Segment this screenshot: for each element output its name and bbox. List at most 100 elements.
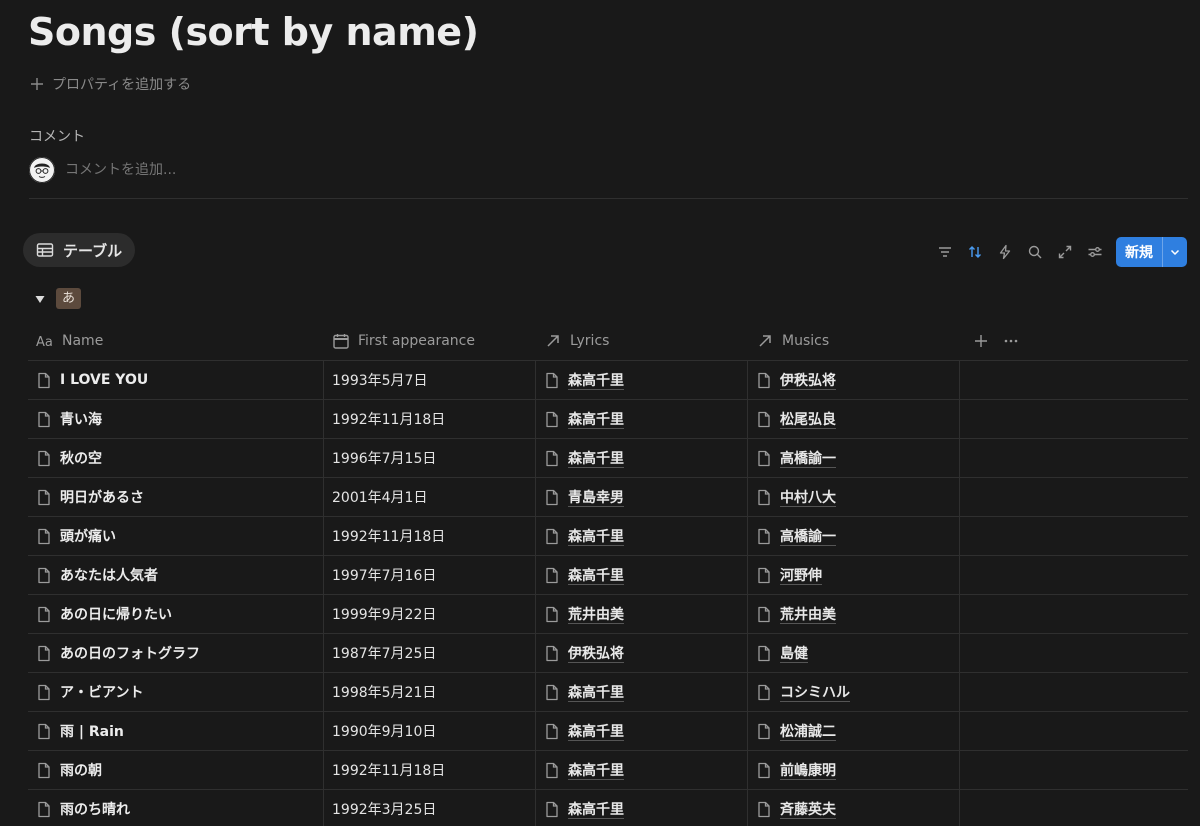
date-cell[interactable]: 1992年11月18日 xyxy=(324,751,536,789)
lyrics-relation[interactable]: 森高千里 xyxy=(568,682,624,702)
date-cell[interactable]: 1990年9月10日 xyxy=(324,712,536,750)
lyrics-cell[interactable]: 森高千里 xyxy=(536,556,748,594)
name-cell[interactable]: あの日のフォトグラフ xyxy=(28,634,324,672)
table-row[interactable]: ア・ビアント 1998年5月21日 森高千里 コシミハル xyxy=(28,673,1188,712)
table-row[interactable]: 雨の朝 1992年11月18日 森高千里 前嶋康明 xyxy=(28,751,1188,790)
date-cell[interactable]: 1992年11月18日 xyxy=(324,517,536,555)
musics-relation[interactable]: 伊秩弘将 xyxy=(780,370,836,390)
musics-cell[interactable]: 荒井由美 xyxy=(748,595,960,633)
musics-relation[interactable]: 中村八大 xyxy=(780,487,836,507)
musics-relation[interactable]: 松尾弘良 xyxy=(780,409,836,429)
lyrics-cell[interactable]: 森高千里 xyxy=(536,751,748,789)
date-cell[interactable]: 1993年5月7日 xyxy=(324,361,536,399)
musics-relation[interactable]: 前嶋康明 xyxy=(780,760,836,780)
song-name[interactable]: I LOVE YOU xyxy=(60,372,148,388)
lyrics-cell[interactable]: 青島幸男 xyxy=(536,478,748,516)
song-name[interactable]: 秋の空 xyxy=(60,448,102,468)
add-property-button[interactable]: プロパティを追加する xyxy=(30,74,191,94)
table-row[interactable]: 秋の空 1996年7月15日 森高千里 高橋諭一 xyxy=(28,439,1188,478)
more-options-icon[interactable] xyxy=(1004,334,1018,348)
musics-cell[interactable]: 松浦誠二 xyxy=(748,712,960,750)
name-cell[interactable]: あの日に帰りたい xyxy=(28,595,324,633)
musics-cell[interactable]: 高橋諭一 xyxy=(748,439,960,477)
date-cell[interactable]: 1987年7月25日 xyxy=(324,634,536,672)
table-row[interactable]: 雨のち晴れ 1992年3月25日 森高千里 斉藤英夫 xyxy=(28,790,1188,826)
add-column-plus-icon[interactable] xyxy=(974,334,988,348)
song-name[interactable]: あなたは人気者 xyxy=(60,565,158,585)
lyrics-cell[interactable]: 荒井由美 xyxy=(536,595,748,633)
name-cell[interactable]: 雨のち晴れ xyxy=(28,790,324,826)
new-options-button[interactable] xyxy=(1162,237,1187,267)
name-cell[interactable]: I LOVE YOU xyxy=(28,361,324,399)
lyrics-relation[interactable]: 森高千里 xyxy=(568,448,624,468)
lyrics-cell[interactable]: 森高千里 xyxy=(536,673,748,711)
lyrics-cell[interactable]: 伊秩弘将 xyxy=(536,634,748,672)
page-title[interactable]: Songs (sort by name) xyxy=(28,10,479,54)
musics-relation[interactable]: 河野伸 xyxy=(780,565,822,585)
musics-cell[interactable]: コシミハル xyxy=(748,673,960,711)
table-row[interactable]: 青い海 1992年11月18日 森高千里 松尾弘良 xyxy=(28,400,1188,439)
settings-button[interactable] xyxy=(1080,237,1110,267)
lyrics-cell[interactable]: 森高千里 xyxy=(536,790,748,826)
lyrics-relation[interactable]: 森高千里 xyxy=(568,565,624,585)
table-row[interactable]: あなたは人気者 1997年7月16日 森高千里 河野伸 xyxy=(28,556,1188,595)
name-cell[interactable]: あなたは人気者 xyxy=(28,556,324,594)
column-header-first-appearance[interactable]: First appearance xyxy=(324,322,536,360)
comment-input[interactable] xyxy=(65,162,365,178)
name-cell[interactable]: 頭が痛い xyxy=(28,517,324,555)
musics-cell[interactable]: 前嶋康明 xyxy=(748,751,960,789)
date-cell[interactable]: 1998年5月21日 xyxy=(324,673,536,711)
lyrics-relation[interactable]: 森高千里 xyxy=(568,760,624,780)
table-row[interactable]: 雨 | Rain 1990年9月10日 森高千里 松浦誠二 xyxy=(28,712,1188,751)
view-tab-table[interactable]: テーブル xyxy=(23,233,136,267)
lyrics-relation[interactable]: 森高千里 xyxy=(568,370,624,390)
musics-relation[interactable]: 斉藤英夫 xyxy=(780,799,836,819)
lyrics-cell[interactable]: 森高千里 xyxy=(536,361,748,399)
lyrics-relation[interactable]: 森高千里 xyxy=(568,799,624,819)
song-name[interactable]: 明日があるさ xyxy=(60,487,144,507)
musics-cell[interactable]: 松尾弘良 xyxy=(748,400,960,438)
musics-cell[interactable]: 河野伸 xyxy=(748,556,960,594)
song-name[interactable]: 頭が痛い xyxy=(60,526,116,546)
automation-button[interactable] xyxy=(990,237,1020,267)
name-cell[interactable]: 青い海 xyxy=(28,400,324,438)
name-cell[interactable]: 秋の空 xyxy=(28,439,324,477)
column-header-musics[interactable]: Musics xyxy=(748,322,960,360)
table-row[interactable]: あの日に帰りたい 1999年9月22日 荒井由美 荒井由美 xyxy=(28,595,1188,634)
table-row[interactable]: あの日のフォトグラフ 1987年7月25日 伊秩弘将 島健 xyxy=(28,634,1188,673)
lyrics-relation[interactable]: 荒井由美 xyxy=(568,604,624,624)
sort-button[interactable] xyxy=(960,237,990,267)
musics-relation[interactable]: 高橋諭一 xyxy=(780,448,836,468)
lyrics-cell[interactable]: 森高千里 xyxy=(536,517,748,555)
lyrics-cell[interactable]: 森高千里 xyxy=(536,712,748,750)
column-header-lyrics[interactable]: Lyrics xyxy=(536,322,748,360)
name-cell[interactable]: 明日があるさ xyxy=(28,478,324,516)
table-row[interactable]: 明日があるさ 2001年4月1日 青島幸男 中村八大 xyxy=(28,478,1188,517)
triangle-down-icon[interactable] xyxy=(34,293,46,305)
lyrics-relation[interactable]: 森高千里 xyxy=(568,409,624,429)
musics-cell[interactable]: 伊秩弘将 xyxy=(748,361,960,399)
musics-relation[interactable]: 高橋諭一 xyxy=(780,526,836,546)
column-header-name[interactable]: Aa Name xyxy=(28,322,324,360)
musics-relation[interactable]: 荒井由美 xyxy=(780,604,836,624)
name-cell[interactable]: 雨の朝 xyxy=(28,751,324,789)
musics-cell[interactable]: 斉藤英夫 xyxy=(748,790,960,826)
song-name[interactable]: 雨のち晴れ xyxy=(60,799,130,819)
lyrics-relation[interactable]: 森高千里 xyxy=(568,721,624,741)
lyrics-relation[interactable]: 森高千里 xyxy=(568,526,624,546)
song-name[interactable]: ア・ビアント xyxy=(60,682,143,702)
date-cell[interactable]: 2001年4月1日 xyxy=(324,478,536,516)
date-cell[interactable]: 1996年7月15日 xyxy=(324,439,536,477)
musics-cell[interactable]: 中村八大 xyxy=(748,478,960,516)
new-button[interactable]: 新規 xyxy=(1116,237,1162,267)
lyrics-cell[interactable]: 森高千里 xyxy=(536,400,748,438)
search-button[interactable] xyxy=(1020,237,1050,267)
date-cell[interactable]: 1997年7月16日 xyxy=(324,556,536,594)
song-name[interactable]: あの日のフォトグラフ xyxy=(60,643,200,663)
filter-button[interactable] xyxy=(930,237,960,267)
date-cell[interactable]: 1992年3月25日 xyxy=(324,790,536,826)
date-cell[interactable]: 1992年11月18日 xyxy=(324,400,536,438)
song-name[interactable]: 青い海 xyxy=(60,409,102,429)
name-cell[interactable]: ア・ビアント xyxy=(28,673,324,711)
song-name[interactable]: 雨の朝 xyxy=(60,760,102,780)
